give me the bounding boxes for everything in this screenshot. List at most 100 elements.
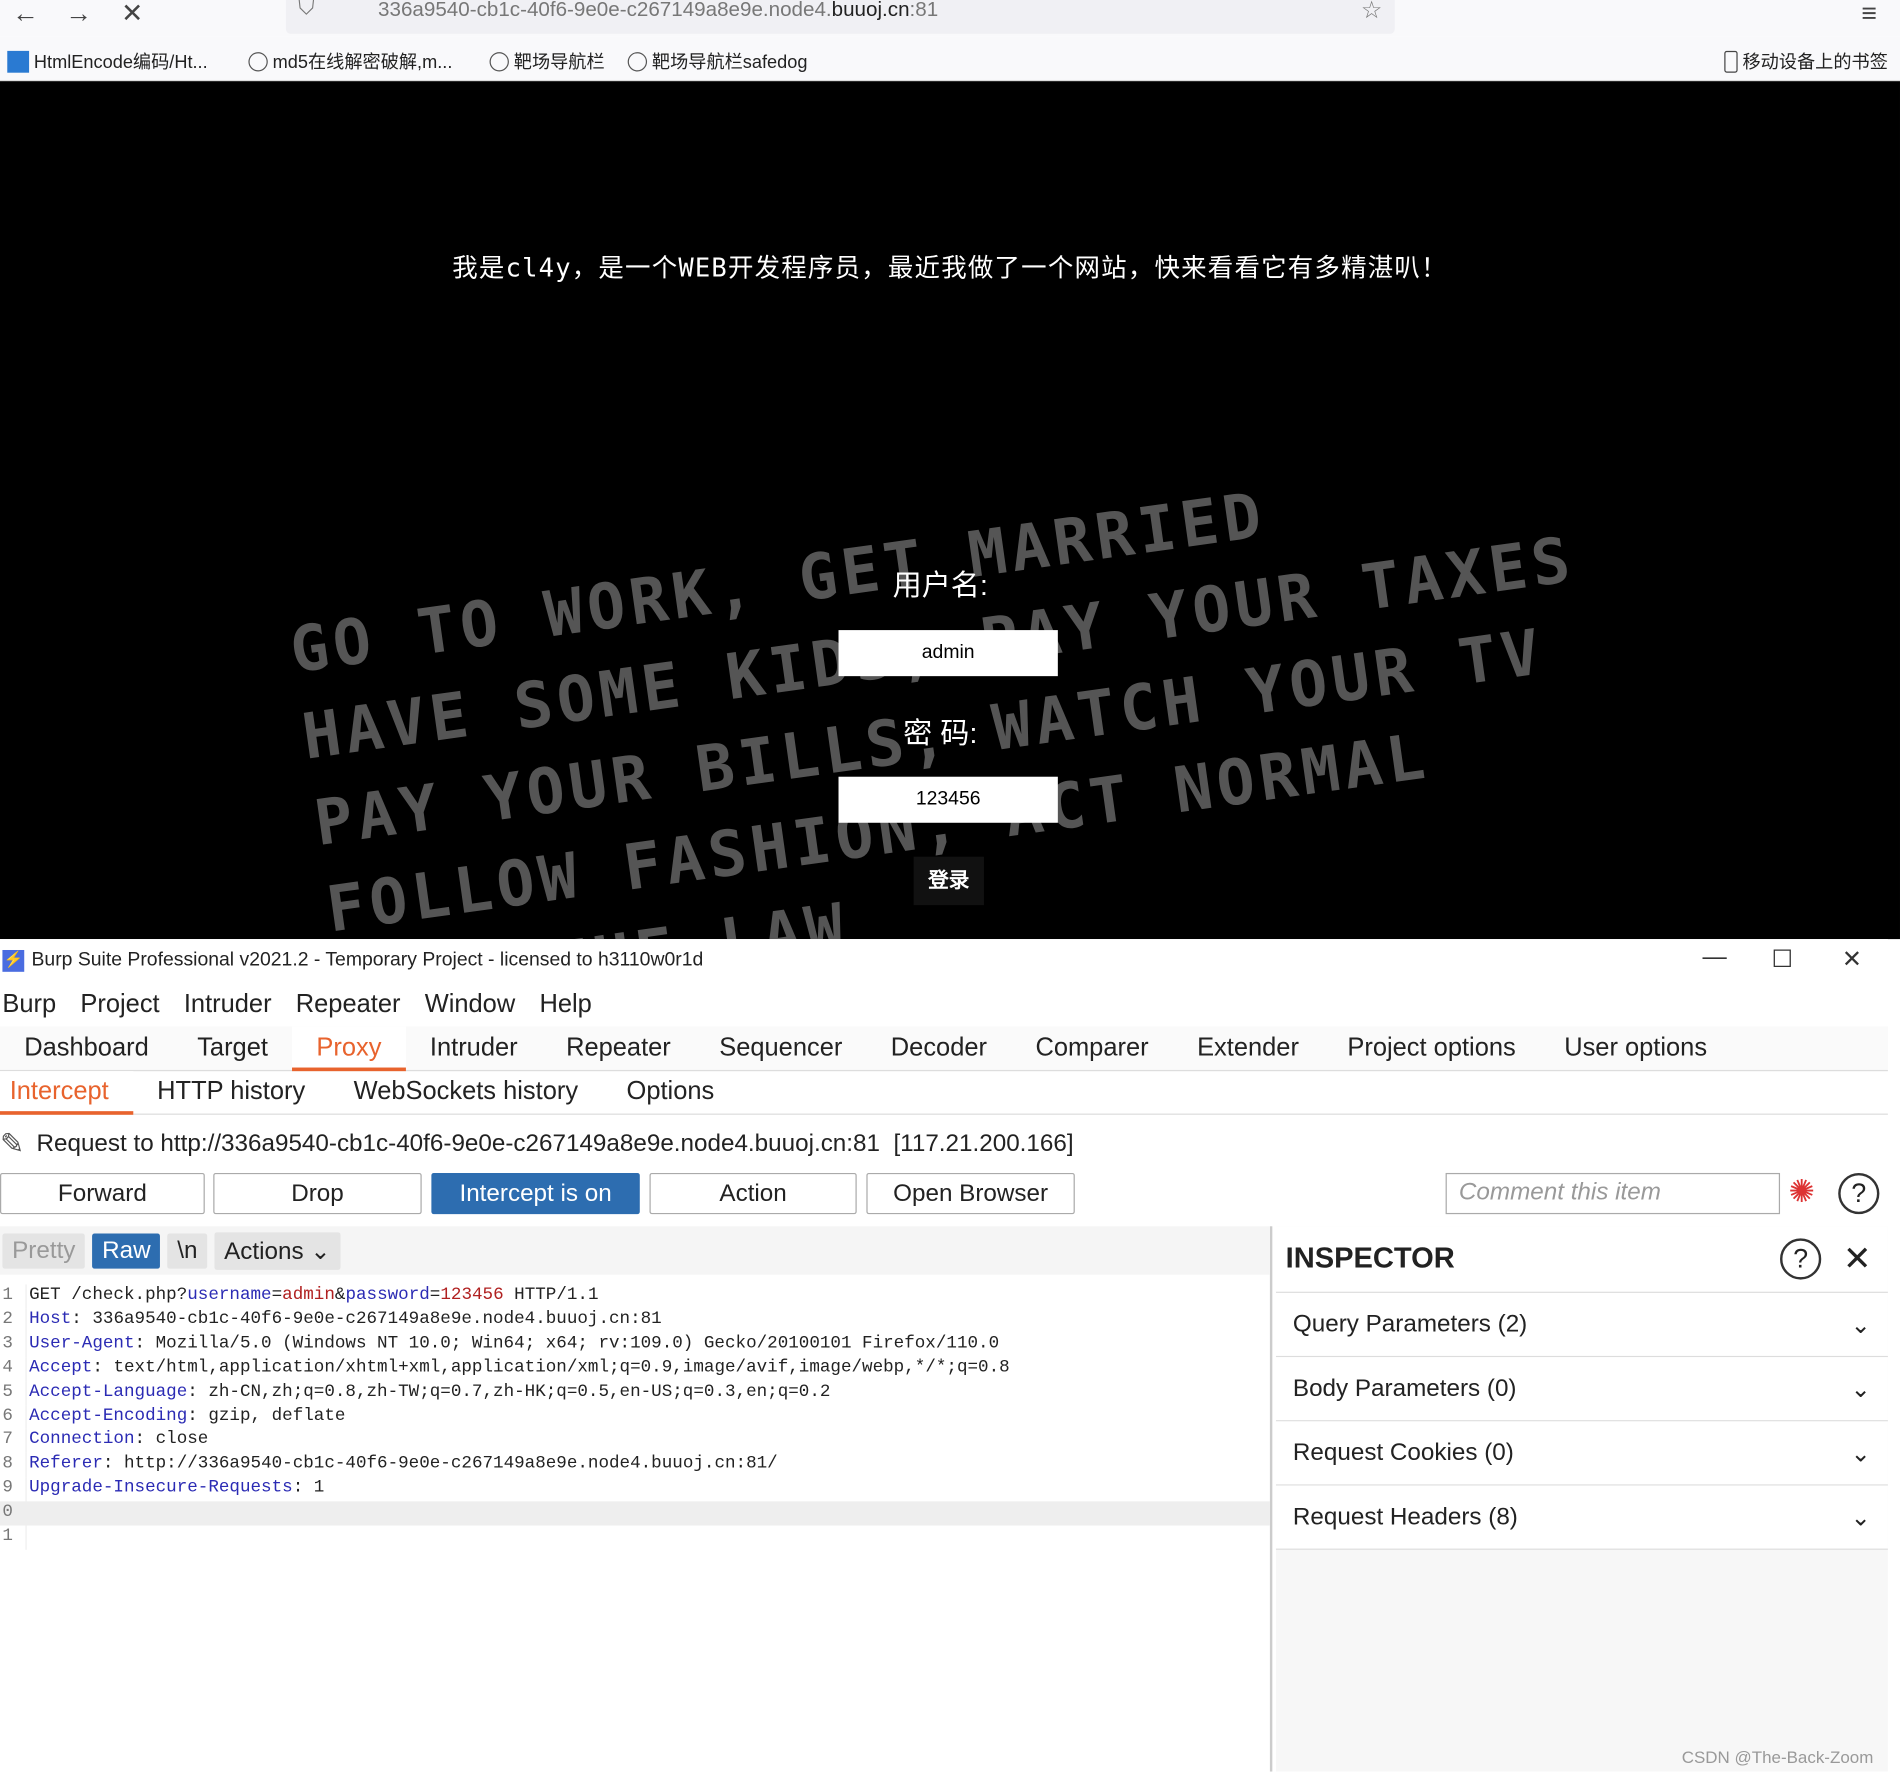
- title-bar: ⚡ Burp Suite Professional v2021.2 - Temp…: [0, 939, 1888, 981]
- tab-dashboard[interactable]: Dashboard: [0, 1026, 173, 1071]
- line-number: 0: [0, 1501, 27, 1526]
- watermark: CSDN @The-Back-Zoom: [1681, 1747, 1874, 1767]
- help-icon[interactable]: ?: [1780, 1238, 1822, 1280]
- request-info: ✎ Request to http://336a9540-cb1c-40f6-9…: [0, 1115, 1888, 1173]
- code-line: 3 User-Agent: Mozilla/5.0 (Windows NT 10.…: [0, 1332, 1270, 1357]
- window-title: Burp Suite Professional v2021.2 - Tempor…: [31, 949, 704, 970]
- bookmark-label: 移动设备上的书签: [1742, 52, 1888, 73]
- request-code[interactable]: 1 GET /check.php? username = admin & password =…: [0, 1284, 1270, 1550]
- header-name: Accept-Encoding: [29, 1406, 188, 1426]
- inspector-header: INSPECTOR ? ✕: [1275, 1226, 1888, 1293]
- bookmark[interactable]: 靶场导航栏: [489, 48, 605, 73]
- tab-user-options[interactable]: User options: [1540, 1026, 1731, 1071]
- password-input[interactable]: [838, 776, 1058, 823]
- mobile-bookmarks[interactable]: 移动设备上的书签: [1724, 48, 1888, 73]
- header-separator: :: [187, 1382, 209, 1402]
- tab-project-options[interactable]: Project options: [1323, 1026, 1540, 1071]
- subtab-intercept[interactable]: Intercept: [0, 1071, 133, 1115]
- pencil-icon[interactable]: ✎: [0, 1126, 24, 1161]
- burp-logo-icon: ⚡: [2, 949, 25, 972]
- inspector-section[interactable]: Body Parameters (0) ⌄: [1275, 1357, 1888, 1422]
- username-input[interactable]: [838, 630, 1058, 677]
- close-icon[interactable]: ✕: [1842, 944, 1862, 974]
- forward-button[interactable]: Forward: [0, 1172, 205, 1215]
- web-page: GO TO WORK, GET MARRIED HAVE SOME KIDS, …: [0, 81, 1900, 940]
- subtab-websockets-history[interactable]: WebSockets history: [329, 1071, 602, 1115]
- chevron-down-icon: ⌄: [1850, 1440, 1871, 1467]
- actions-label: Actions: [224, 1237, 304, 1265]
- minimize-icon[interactable]: —: [1702, 944, 1726, 972]
- inspector-section[interactable]: Request Headers (8) ⌄: [1275, 1485, 1888, 1550]
- phone-icon: [1724, 50, 1738, 73]
- header-value: Mozilla/5.0 (Windows NT 10.0; Win64; x64…: [155, 1333, 1000, 1354]
- header-name: Accept-Language: [29, 1382, 188, 1402]
- menu-item[interactable]: Intruder: [184, 989, 272, 1018]
- menu-icon[interactable]: ≡: [1861, 0, 1877, 29]
- login-button[interactable]: 登录: [913, 856, 984, 906]
- inspector-section[interactable]: Query Parameters (2) ⌄: [1275, 1292, 1888, 1358]
- action-button[interactable]: Action: [649, 1172, 857, 1215]
- chevron-down-icon: ⌄: [1850, 1311, 1871, 1339]
- close-icon[interactable]: ✕: [1843, 1238, 1871, 1278]
- highlight-color-icon[interactable]: ✺: [1789, 1173, 1815, 1211]
- url-bar[interactable]: ⛉ 336a9540-cb1c-40f6-9e0e-c267149a8e9e.n…: [285, 0, 1395, 34]
- star-icon[interactable]: ☆: [1361, 0, 1383, 25]
- subtab-options[interactable]: Options: [602, 1071, 738, 1115]
- code-line: 5 Accept-Language: zh-CN,zh;q=0.8,zh-TW;q…: [0, 1380, 1270, 1406]
- chevron-down-icon: ⌄: [1850, 1504, 1871, 1532]
- help-icon[interactable]: ?: [1838, 1172, 1880, 1215]
- inspector-section[interactable]: Request Cookies (0) ⌄: [1275, 1421, 1888, 1486]
- comment-input[interactable]: Comment this item: [1445, 1172, 1781, 1215]
- code-line: 1: [0, 1525, 1270, 1550]
- code-token: password: [345, 1285, 430, 1306]
- tab-proxy[interactable]: Proxy: [292, 1026, 406, 1072]
- header-value: 1: [313, 1478, 325, 1499]
- forward-icon[interactable]: →: [65, 0, 92, 29]
- chevron-down-icon: ⌄: [310, 1237, 331, 1265]
- menu-item[interactable]: Window: [425, 989, 516, 1018]
- menu-item[interactable]: Project: [80, 989, 159, 1018]
- bookmark[interactable]: md5在线解密破解,m...: [248, 48, 452, 73]
- subtab-http-history[interactable]: HTTP history: [133, 1071, 329, 1115]
- menu-item[interactable]: Help: [539, 989, 591, 1018]
- tab-comparer[interactable]: Comparer: [1011, 1026, 1173, 1071]
- pretty-tab[interactable]: Pretty: [2, 1232, 86, 1269]
- newline-toggle[interactable]: \n: [167, 1232, 208, 1269]
- browser-toolbar: ← → ✕ ⛉ 336a9540-cb1c-40f6-9e0e-c267149a…: [0, 0, 1900, 37]
- code-line: 9 Upgrade-Insecure-Requests: 1: [0, 1477, 1270, 1502]
- line-number: 5: [0, 1380, 27, 1406]
- tab-decoder[interactable]: Decoder: [867, 1026, 1012, 1071]
- menu-item[interactable]: Burp: [2, 989, 56, 1018]
- tab-repeater[interactable]: Repeater: [542, 1026, 695, 1071]
- request-editor[interactable]: Pretty Raw \n Actions ⌄ 1 GET /check.php?…: [0, 1226, 1273, 1772]
- bookmark[interactable]: 靶场导航栏safedog: [627, 48, 807, 73]
- intercept-toggle-button[interactable]: Intercept is on: [431, 1172, 640, 1215]
- menu-item[interactable]: Repeater: [296, 989, 401, 1018]
- back-icon[interactable]: ←: [12, 0, 39, 29]
- header-separator: :: [134, 1333, 156, 1354]
- line-number: 7: [0, 1429, 27, 1454]
- code-token: username: [187, 1285, 272, 1306]
- inspector-panel: INSPECTOR ? ✕ Query Parameters (2) ⌄ Body …: [1275, 1226, 1888, 1772]
- tab-intruder[interactable]: Intruder: [406, 1026, 542, 1071]
- bookmarks-bar: HtmlEncode编码/Ht... md5在线解密破解,m... 靶场导航栏 …: [0, 36, 1900, 82]
- line-number: 1: [0, 1525, 27, 1550]
- raw-tab[interactable]: Raw: [92, 1232, 161, 1269]
- header-value: http://336a9540-cb1c-40f6-9e0e-c267149a8…: [123, 1454, 778, 1474]
- tab-target[interactable]: Target: [173, 1026, 292, 1071]
- header-name: Referer: [29, 1454, 103, 1474]
- tab-extender[interactable]: Extender: [1173, 1026, 1323, 1071]
- line-number: 8: [0, 1453, 27, 1478]
- open-browser-button[interactable]: Open Browser: [866, 1172, 1075, 1215]
- code-line: 6 Accept-Encoding: gzip, deflate: [0, 1405, 1270, 1430]
- actions-dropdown[interactable]: Actions ⌄: [214, 1231, 341, 1270]
- code-token: admin: [282, 1285, 335, 1306]
- tab-sequencer[interactable]: Sequencer: [695, 1026, 867, 1071]
- globe-icon: [489, 51, 509, 71]
- stop-icon[interactable]: ✕: [121, 0, 143, 29]
- bookmark-label: md5在线解密破解,m...: [272, 52, 453, 73]
- maximize-icon[interactable]: ☐: [1772, 944, 1794, 974]
- bookmark[interactable]: HtmlEncode编码/Ht...: [7, 48, 208, 73]
- drop-button[interactable]: Drop: [213, 1172, 422, 1215]
- bookmark-label: 靶场导航栏: [513, 52, 605, 73]
